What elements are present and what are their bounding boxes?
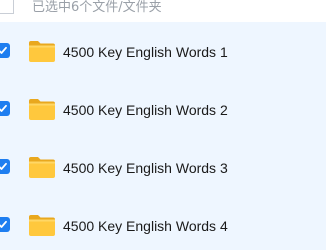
list-item[interactable]: 4500 Key English Words 2 bbox=[0, 80, 326, 134]
folder-icon bbox=[29, 41, 55, 62]
row-checkbox[interactable] bbox=[0, 43, 10, 58]
file-name[interactable]: 4500 Key English Words 1 bbox=[63, 44, 228, 60]
select-all-checkbox[interactable] bbox=[0, 0, 14, 14]
check-icon bbox=[0, 104, 7, 112]
row-checkbox[interactable] bbox=[0, 217, 10, 232]
folder-icon bbox=[29, 99, 55, 120]
check-icon bbox=[0, 46, 7, 54]
selection-count-label: 已选中6个文件/文件夹 bbox=[32, 0, 162, 15]
row-checkbox[interactable] bbox=[0, 159, 10, 174]
list-item[interactable]: 4500 Key English Words 3 bbox=[0, 138, 326, 192]
check-icon bbox=[0, 162, 7, 170]
file-name[interactable]: 4500 Key English Words 3 bbox=[63, 160, 228, 176]
folder-icon bbox=[29, 157, 55, 178]
file-name[interactable]: 4500 Key English Words 2 bbox=[63, 102, 228, 118]
file-name[interactable]: 4500 Key English Words 4 bbox=[63, 218, 228, 234]
folder-icon bbox=[29, 215, 55, 236]
row-checkbox[interactable] bbox=[0, 101, 10, 116]
check-icon bbox=[0, 220, 7, 228]
list-item[interactable]: 4500 Key English Words 1 bbox=[0, 22, 326, 76]
list-item[interactable]: 4500 Key English Words 4 bbox=[0, 196, 326, 250]
selection-header: 已选中6个文件/文件夹 bbox=[0, 0, 326, 22]
file-list: 4500 Key English Words 1 4500 Key Englis… bbox=[0, 22, 326, 236]
